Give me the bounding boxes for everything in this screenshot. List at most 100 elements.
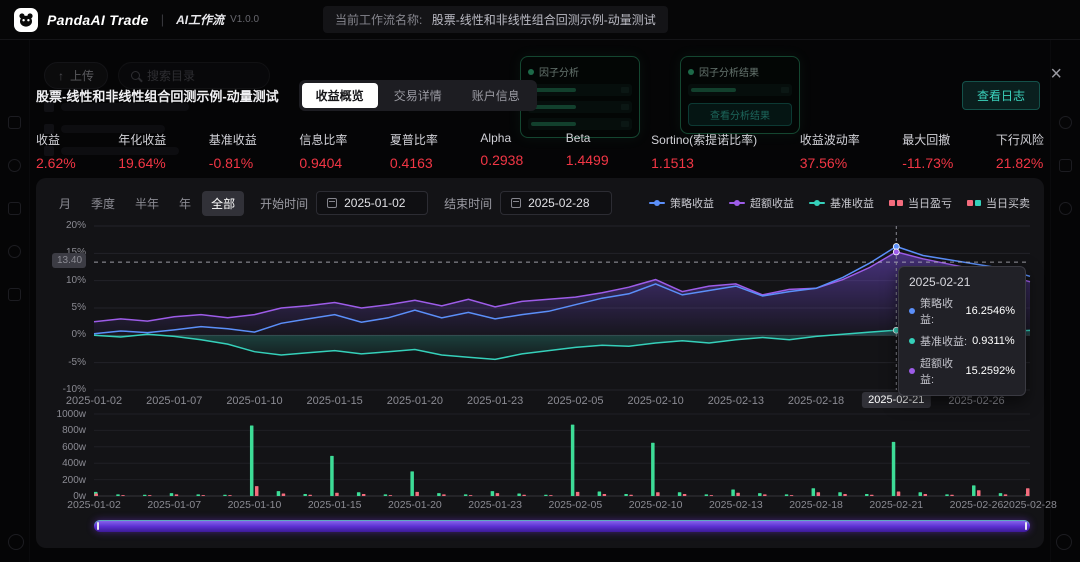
tab-profit-overview[interactable]: 收益概览	[302, 83, 378, 108]
x-axis-tick: 2025-01-15	[307, 395, 363, 407]
workflow-name-pill: 当前工作流名称: 股票-线性和非线性组合回测示例-动量测试	[323, 6, 668, 33]
y-axis-tick: 5%	[72, 302, 86, 313]
bar-chart-x-axis: 2025-01-022025-01-072025-01-102025-01-15…	[94, 496, 1030, 512]
legend-item-benchmark[interactable]: 基准收益	[809, 195, 874, 211]
legend-line-marker	[729, 202, 745, 204]
date-range-slider[interactable]	[94, 520, 1030, 532]
metric-annual-return: 年化收益19.64%	[118, 131, 166, 171]
legend-item-daily-pnl[interactable]: 当日盈亏	[889, 195, 952, 211]
brand-name: PandaAI Trade	[47, 12, 149, 28]
legend-line-marker	[649, 202, 665, 204]
x-axis-tick: 2025-02-18	[788, 395, 844, 407]
x-axis-tick: 2025-02-10	[629, 499, 683, 511]
x-axis-tick: 2025-01-02	[67, 499, 121, 511]
metric-benchmark-return: 基准收益-0.81%	[209, 131, 257, 171]
end-date-value: 2025-02-28	[528, 196, 589, 210]
x-axis-tick: 2025-02-26	[948, 395, 1004, 407]
period-selector: 月 季度 半年 年 全部	[50, 191, 244, 216]
metric-info-ratio: 信息比率0.9404	[299, 131, 347, 171]
modal-title: 股票-线性和非线性组合回测示例-动量测试	[36, 86, 279, 105]
x-axis-tick: 2025-02-21	[869, 499, 923, 511]
x-axis-tick: 2025-02-26	[950, 499, 1004, 511]
metric-downside-risk: 下行风险21.82%	[996, 131, 1044, 171]
end-date-input[interactable]: 2025-02-28	[500, 191, 612, 215]
x-axis-tick: 2025-02-05	[549, 499, 603, 511]
tooltip-row-excess: 超额收益:15.2592%	[909, 355, 1015, 387]
metric-alpha: Alpha0.2938	[480, 131, 523, 171]
chart-tooltip: 2025-02-21 策略收益:16.2546% 基准收益:0.9311% 超额…	[898, 266, 1026, 396]
legend-square-marker	[889, 200, 903, 206]
bar-chart-plot[interactable]	[94, 414, 1030, 496]
bar-chart-y-axis: 1000w800w600w400w200w0w	[50, 414, 94, 496]
panda-logo-icon	[14, 8, 38, 32]
x-axis-tick: 2025-01-07	[146, 395, 202, 407]
x-axis-tick: 2025-01-20	[388, 499, 442, 511]
product-version: V1.0.0	[230, 14, 259, 25]
tab-account-info[interactable]: 账户信息	[458, 83, 534, 108]
legend-item-daily-trades[interactable]: 当日买卖	[967, 195, 1030, 211]
legend-item-strategy[interactable]: 策略收益	[649, 195, 714, 211]
x-axis-tick: 2025-02-18	[789, 499, 843, 511]
x-axis-tick: 2025-02-10	[627, 395, 683, 407]
y-axis-tick: 800w	[62, 425, 86, 436]
chart-legend: 策略收益 超额收益 基准收益 当日盈亏 当日买卖	[649, 195, 1030, 211]
start-date-label: 开始时间	[260, 195, 308, 212]
x-axis-tick: 2025-02-13	[709, 499, 763, 511]
x-axis-tick: 2025-01-20	[387, 395, 443, 407]
start-date-input[interactable]: 2025-01-02	[316, 191, 428, 215]
modal-tabs: 收益概览 交易详情 账户信息	[299, 80, 537, 111]
product-name: AI工作流	[176, 11, 224, 28]
close-icon[interactable]: ×	[1050, 64, 1062, 84]
x-axis-tick: 2025-01-10	[226, 395, 282, 407]
x-axis-tick: 2025-01-15	[308, 499, 362, 511]
profit-line-chart[interactable]: 13.40 20%15%10%5%0%-5%-10% 2025-02-21 策略…	[50, 226, 1030, 390]
period-year[interactable]: 年	[170, 191, 200, 216]
daily-trade-bar-chart[interactable]: 1000w800w600w400w200w0w	[50, 414, 1030, 496]
tooltip-date: 2025-02-21	[909, 275, 1015, 289]
metrics-row: 收益2.62% 年化收益19.64% 基准收益-0.81% 信息比率0.9404…	[36, 131, 1044, 171]
calendar-icon	[511, 198, 521, 208]
app-header: PandaAI Trade | AI工作流 V1.0.0 当前工作流名称: 股票…	[0, 0, 1080, 40]
period-quarter[interactable]: 季度	[82, 191, 124, 216]
x-axis-tick: 2025-02-13	[708, 395, 764, 407]
legend-item-excess[interactable]: 超额收益	[729, 195, 794, 211]
y-axis-tick: 200w	[62, 475, 86, 486]
end-date-label: 结束时间	[444, 195, 492, 212]
metric-sharpe: 夏普比率0.4163	[390, 131, 438, 171]
tooltip-row-benchmark: 基准收益:0.9311%	[909, 333, 1015, 349]
period-all[interactable]: 全部	[202, 191, 244, 216]
workflow-name-value: 股票-线性和非线性组合回测示例-动量测试	[432, 13, 656, 27]
start-date-value: 2025-01-02	[344, 196, 405, 210]
metric-return: 收益2.62%	[36, 131, 76, 171]
line-chart-y-axis: 13.40 20%15%10%5%0%-5%-10%	[50, 226, 94, 390]
legend-square-marker	[967, 200, 981, 206]
axis-marker-badge: 13.40	[52, 253, 86, 268]
y-axis-tick: -5%	[68, 357, 86, 368]
y-axis-tick: 0%	[72, 329, 86, 340]
tooltip-row-strategy: 策略收益:16.2546%	[909, 295, 1015, 327]
workflow-name-label: 当前工作流名称:	[335, 13, 422, 27]
x-axis-tick: 2025-01-10	[228, 499, 282, 511]
x-axis-tick: 2025-01-23	[467, 395, 523, 407]
metric-beta: Beta1.4499	[566, 131, 609, 171]
metric-volatility: 收益波动率37.56%	[800, 131, 860, 171]
x-axis-tick: 2025-01-02	[66, 395, 122, 407]
x-axis-tick: 2025-02-05	[547, 395, 603, 407]
profit-chart-card: 月 季度 半年 年 全部 开始时间 2025-01-02 结束时间 2025-0…	[36, 178, 1044, 548]
header-divider: |	[161, 12, 164, 27]
period-month[interactable]: 月	[50, 191, 80, 216]
x-axis-tick: 2025-01-23	[468, 499, 522, 511]
backtest-result-modal: × 股票-线性和非线性组合回测示例-动量测试 收益概览 交易详情 账户信息 查看…	[0, 40, 1080, 562]
line-chart-plot[interactable]: 2025-02-21 策略收益:16.2546% 基准收益:0.9311% 超额…	[94, 226, 1030, 390]
line-chart-x-axis: 2025-01-022025-01-072025-01-102025-01-15…	[94, 390, 1030, 410]
calendar-icon	[327, 198, 337, 208]
period-half-year[interactable]: 半年	[126, 191, 168, 216]
y-axis-tick: 20%	[66, 220, 86, 231]
legend-line-marker	[809, 202, 825, 204]
view-log-button[interactable]: 查看日志	[962, 81, 1040, 110]
metric-sortino: Sortino(索提诺比率)1.1513	[651, 131, 757, 171]
y-axis-tick: -10%	[63, 384, 86, 395]
y-axis-tick: 10%	[66, 275, 86, 286]
tab-trade-details[interactable]: 交易详情	[380, 83, 456, 108]
x-axis-tick: 2025-02-28	[1003, 499, 1057, 511]
